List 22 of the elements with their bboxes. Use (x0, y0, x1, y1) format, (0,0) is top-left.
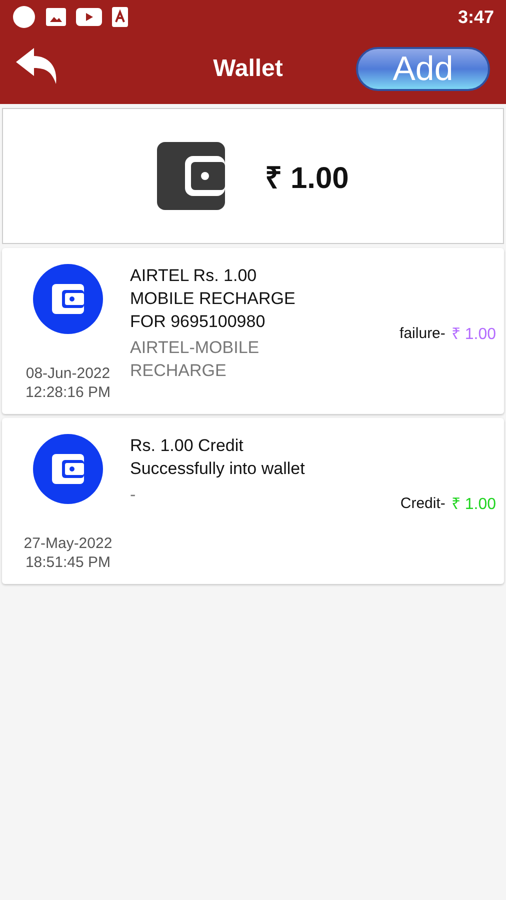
clock: 3:47 (458, 6, 494, 28)
transaction-status: failure- (400, 324, 446, 342)
transaction-status: Credit- (400, 494, 446, 512)
wallet-icon (33, 434, 103, 504)
balance-amount: ₹ 1.00 (265, 160, 349, 196)
notification-dot-icon (12, 5, 36, 29)
play-icon (76, 8, 102, 26)
transaction-description: Rs. 1.00 Credit Successfully into wallet (130, 435, 306, 480)
transaction-date: 27-May-2022 18:51:45 PM (24, 534, 112, 572)
transaction-type: - (130, 484, 137, 506)
wallet-icon (157, 142, 226, 210)
transaction-amount: ₹ 1.00 (451, 325, 496, 344)
transaction-amount: ₹ 1.00 (451, 495, 496, 514)
transaction-date: 08-Jun-2022 12:28:16 PM (25, 364, 111, 402)
transaction-card[interactable]: 08-Jun-2022 12:28:16 PM AIRTEL Rs. 1.00 MOBILE RECHARGE FOR 9695100980 AIRTEL-MOBILE RECHARGE failure- ₹ 1.00 (2, 248, 504, 414)
page-title: Wallet (213, 55, 283, 83)
transaction-type: AIRTEL-MOBILE RECHARGE (130, 337, 260, 382)
wallet-icon (33, 264, 103, 334)
transaction-description: AIRTEL Rs. 1.00 MOBILE RECHARGE FOR 9695100980 (130, 265, 296, 333)
transaction-card[interactable]: 27-May-2022 18:51:45 PM Rs. 1.00 Credit Successfully into wallet - Credit- ₹ 1.00 (2, 418, 504, 584)
image-icon (46, 8, 66, 26)
app-icon (112, 7, 128, 27)
